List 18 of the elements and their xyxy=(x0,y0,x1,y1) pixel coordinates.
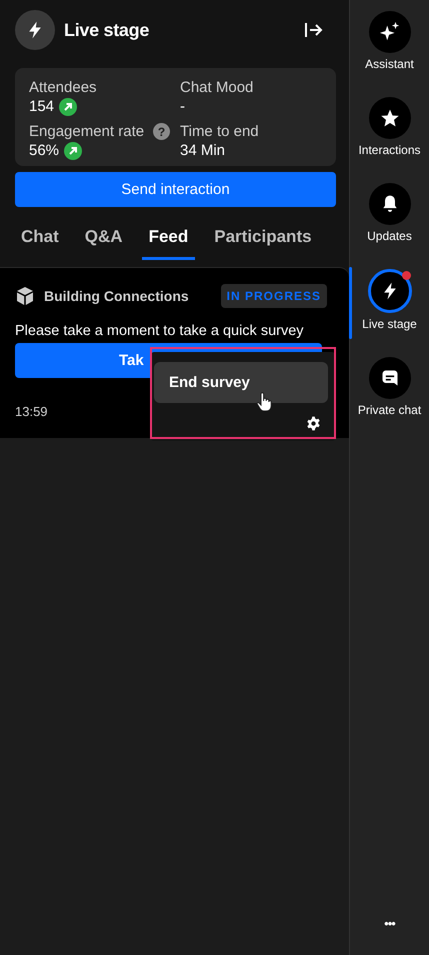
stat-label: Time to end xyxy=(180,123,259,140)
stat-value: 56% xyxy=(29,142,60,159)
nav-label: Private chat xyxy=(358,403,422,417)
nav-label: Updates xyxy=(367,229,412,243)
status-badge: IN PROGRESS xyxy=(220,284,327,308)
timestamp: 13:59 xyxy=(15,404,49,419)
stat-label: Chat Mood xyxy=(180,79,254,96)
nav-label: Assistant xyxy=(365,57,414,71)
card-title: Building Connections xyxy=(44,288,190,304)
stat-value: 154 xyxy=(29,98,54,115)
nav-label: Live stage xyxy=(362,317,417,331)
survey-message: Please take a moment to take a quick survey xyxy=(15,323,305,339)
stat-value: - xyxy=(180,98,185,115)
stat-label: Attendees xyxy=(29,79,97,96)
stat-value: 34 Min xyxy=(180,142,226,159)
stat-label: Engagement rate xyxy=(29,123,144,140)
nav-label: Interactions xyxy=(358,143,421,157)
panel-title: Live stage xyxy=(64,20,150,40)
